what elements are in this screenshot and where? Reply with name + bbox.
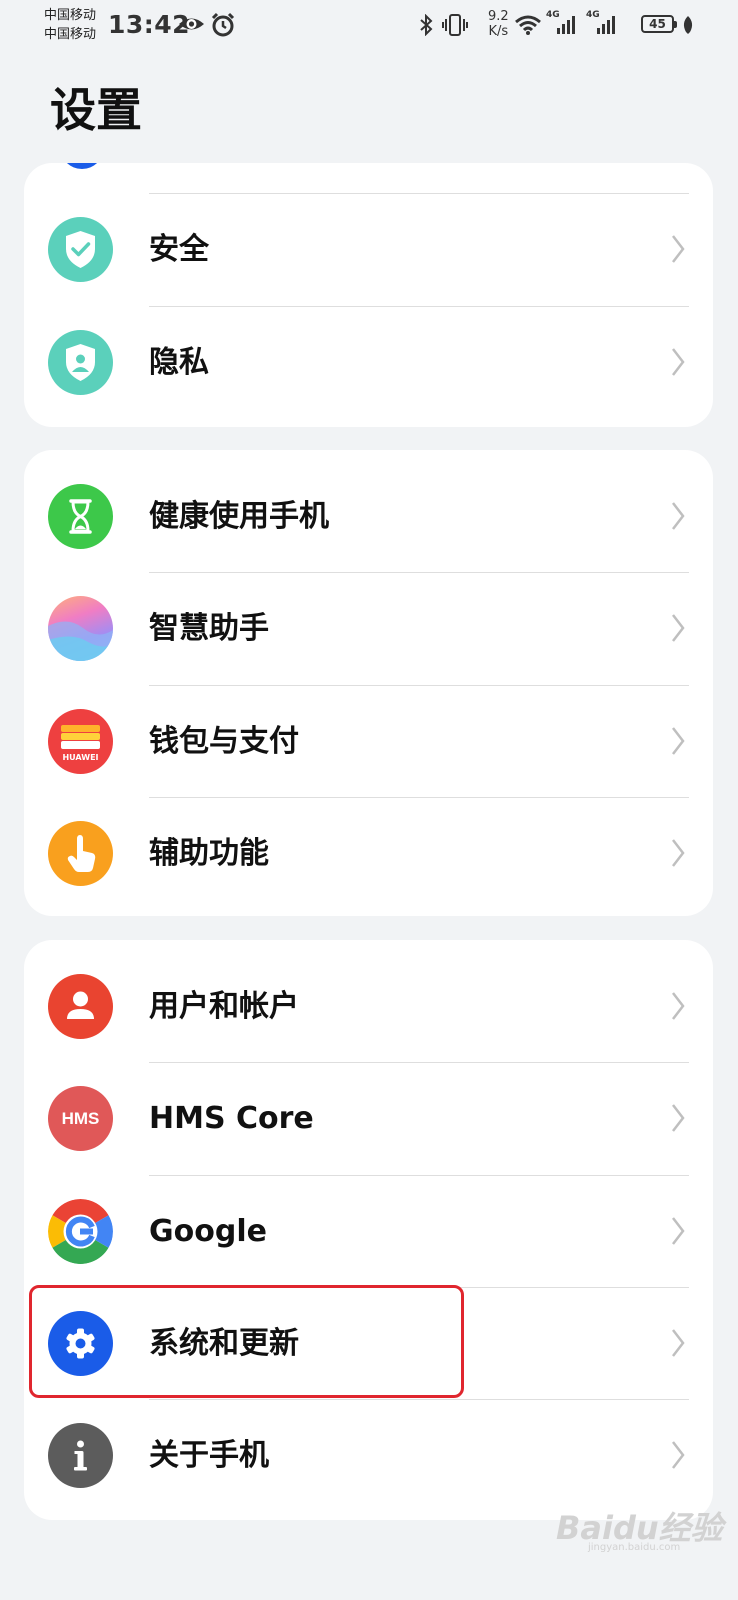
chevron-right-icon xyxy=(671,1103,685,1137)
hourglass-icon xyxy=(48,484,113,549)
settings-item-privacy[interactable]: 隐私 xyxy=(24,306,713,419)
info-icon xyxy=(48,1423,113,1488)
settings-item-accessibility[interactable]: 辅助功能 xyxy=(24,797,713,910)
status-bar: 中国移动 中国移动 13:42 9.2 K/s 4G 4G 45 xyxy=(0,0,738,52)
chevron-right-icon xyxy=(671,838,685,872)
settings-item-label: HMS Core xyxy=(149,1101,314,1136)
settings-item-wallet[interactable]: HUAWEI 钱包与支付 xyxy=(24,685,713,798)
hand-pointer-icon xyxy=(48,821,113,886)
settings-item-label: 关于手机 xyxy=(149,1438,269,1473)
chevron-right-icon xyxy=(671,501,685,535)
settings-group-security: 安全 隐私 xyxy=(24,163,713,427)
net-speed-value: 9.2 xyxy=(488,9,509,24)
settings-item-about-phone[interactable]: 关于手机 xyxy=(24,1399,713,1512)
huawei-wallet-icon: HUAWEI xyxy=(48,709,113,774)
chevron-right-icon xyxy=(671,1328,685,1362)
google-icon xyxy=(48,1199,113,1264)
vibrate-icon xyxy=(442,13,468,41)
settings-item-hms-core[interactable]: HMS HMS Core xyxy=(24,1062,713,1175)
settings-item-security[interactable]: 安全 xyxy=(24,193,713,306)
carrier-2: 中国移动 xyxy=(44,27,97,42)
signal-icon xyxy=(596,13,620,39)
settings-item-label: 智慧助手 xyxy=(149,611,269,646)
hms-icon-text: HMS xyxy=(61,1109,100,1128)
shield-check-icon xyxy=(48,217,113,282)
settings-item-google[interactable]: Google xyxy=(24,1175,713,1288)
settings-item-label: 用户和帐户 xyxy=(149,989,299,1024)
network-speed: 9.2 K/s xyxy=(488,9,509,39)
settings-item-digital-balance[interactable]: 健康使用手机 xyxy=(24,460,713,573)
signal-icon xyxy=(556,13,580,39)
carrier-1: 中国移动 xyxy=(44,8,97,23)
settings-group-system: 用户和帐户 HMS HMS Core Google 系统和更新 关于手机 xyxy=(24,940,713,1520)
carrier-labels: 中国移动 中国移动 xyxy=(44,6,96,44)
privacy-shield-icon xyxy=(48,330,113,395)
watermark-url: jingyan.baidu.com xyxy=(588,1542,681,1553)
battery-icon: 45 xyxy=(641,15,677,33)
bluetooth-icon xyxy=(418,13,434,40)
scrolled-item-icon xyxy=(60,163,104,169)
settings-item-system-update[interactable]: 系统和更新 xyxy=(24,1287,713,1400)
gear-icon xyxy=(48,1311,113,1376)
chevron-right-icon xyxy=(671,1440,685,1474)
settings-item-label: 系统和更新 xyxy=(149,1326,299,1361)
hms-icon: HMS xyxy=(48,1086,113,1151)
leaf-icon xyxy=(681,15,695,39)
wifi-icon xyxy=(514,14,544,40)
settings-item-label: 安全 xyxy=(149,232,209,267)
chevron-right-icon xyxy=(671,991,685,1025)
settings-group-assist: 健康使用手机 智慧助手 HUAWEI 钱包与支付 辅助功能 xyxy=(24,450,713,916)
settings-item-smart-assistant[interactable]: 智慧助手 xyxy=(24,572,713,685)
page-title: 设置 xyxy=(50,83,142,137)
user-icon xyxy=(48,974,113,1039)
chevron-right-icon xyxy=(671,347,685,381)
alarm-icon xyxy=(210,12,236,42)
settings-item-label: 隐私 xyxy=(149,345,209,380)
settings-item-label: Google xyxy=(149,1214,267,1249)
chevron-right-icon xyxy=(671,613,685,647)
settings-item-label: 健康使用手机 xyxy=(149,499,329,534)
settings-item-label: 辅助功能 xyxy=(149,836,269,871)
settings-item-users-accounts[interactable]: 用户和帐户 xyxy=(24,950,713,1063)
wallet-icon-text: HUAWEI xyxy=(62,753,99,762)
chevron-right-icon xyxy=(671,234,685,268)
chevron-right-icon xyxy=(671,726,685,760)
net-speed-unit: K/s xyxy=(488,24,509,39)
smart-assistant-icon xyxy=(48,596,113,661)
eye-icon xyxy=(178,13,205,39)
chevron-right-icon xyxy=(671,1216,685,1250)
settings-item-label: 钱包与支付 xyxy=(149,724,299,759)
